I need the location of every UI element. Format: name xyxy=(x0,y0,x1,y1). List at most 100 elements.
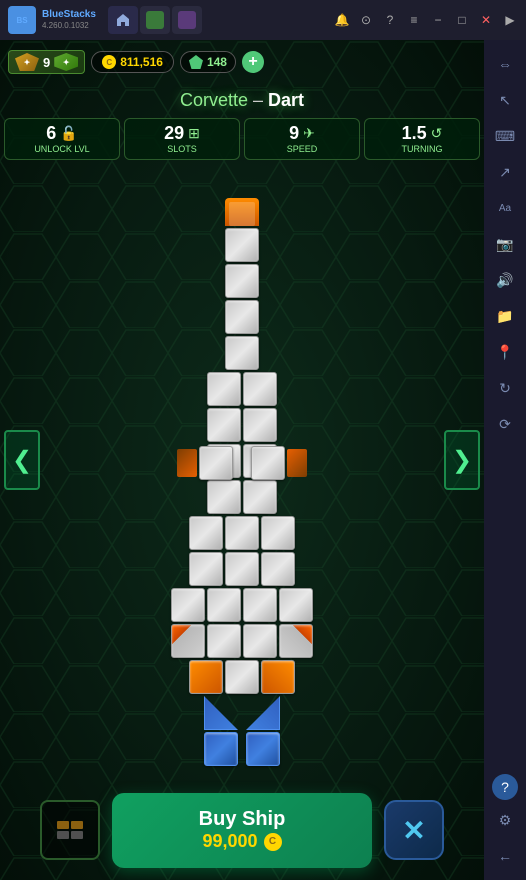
player-level-badge: ✦ 9 ✦ xyxy=(8,50,85,74)
ship-name: Dart xyxy=(268,90,304,110)
notification-icon[interactable]: 🔔 xyxy=(334,12,350,28)
sidebar-help-icon[interactable]: ? xyxy=(492,774,518,800)
ship-cell xyxy=(225,660,259,694)
ship-cell xyxy=(243,372,277,406)
ship-cell xyxy=(261,552,295,586)
buy-ship-label: Buy Ship xyxy=(199,808,286,831)
ship-cell xyxy=(225,552,259,586)
stats-row: 6 🔓 Unlock lvl 29 ⊞ Slots 9 ✈ Speed 1.5 … xyxy=(4,118,480,160)
ship-cell xyxy=(207,408,241,442)
add-currency-button[interactable]: + xyxy=(242,51,264,73)
game-topbar: ✦ 9 ✦ C 811,516 148 + xyxy=(0,40,484,84)
ship-cell xyxy=(279,624,313,658)
bluestacks-logo: BS xyxy=(8,6,36,34)
menu-icon[interactable]: ≡ xyxy=(406,12,422,28)
speed-value: 9 xyxy=(289,124,299,142)
turning-label: Turning xyxy=(402,144,443,154)
minimize-icon[interactable]: − xyxy=(430,12,446,28)
coin-amount: 811,516 xyxy=(120,55,163,69)
nav-next-button[interactable]: ❯ xyxy=(444,430,480,490)
ship-title-area: Corvette – Dart xyxy=(0,90,484,111)
sidebar-expand-icon[interactable]: ⇔ xyxy=(489,48,521,80)
ship-cell xyxy=(225,336,259,370)
sidebar-cursor-icon[interactable]: ↖ xyxy=(489,84,521,116)
window-controls: 🔔 ⊙ ? ≡ − □ ✕ ▶ xyxy=(334,12,518,28)
sidebar-text-icon[interactable]: Aa xyxy=(489,192,521,224)
ship-cell xyxy=(243,480,277,514)
sidebar-toggle-icon[interactable]: ▶ xyxy=(502,12,518,28)
sidebar-camera-icon[interactable]: 📷 xyxy=(489,228,521,260)
slots-label: Slots xyxy=(167,144,197,154)
ship-cell xyxy=(243,408,277,442)
tab-app-2[interactable] xyxy=(172,6,202,34)
ship-cell xyxy=(251,446,285,480)
lock-icon: 🔓 xyxy=(60,125,77,142)
sidebar-settings-icon[interactable]: ⚙ xyxy=(489,804,521,836)
price-amount: 99,000 xyxy=(202,831,257,852)
close-icon: ✕ xyxy=(402,814,425,847)
nav-prev-button[interactable]: ❮ xyxy=(4,430,40,490)
ship-cell-blue xyxy=(246,732,280,766)
ship-selector-button[interactable] xyxy=(40,800,100,860)
sidebar-keyboard-icon[interactable]: ⌨ xyxy=(489,120,521,152)
ship-cell-blue xyxy=(204,732,238,766)
maximize-icon[interactable]: □ xyxy=(454,12,470,28)
ship-cell xyxy=(225,300,259,334)
ship-cell xyxy=(243,588,277,622)
sidebar-back-icon[interactable]: ← xyxy=(489,840,521,872)
ship-cell xyxy=(207,480,241,514)
ship-cell xyxy=(189,660,223,694)
bluestacks-bar: BS BlueStacks 4.260.0.1032 🔔 ⊙ ? ≡ − □ ✕… xyxy=(0,0,526,40)
stat-unlock: 6 🔓 Unlock lvl xyxy=(4,118,120,160)
ship-cell xyxy=(225,264,259,298)
ship-cell xyxy=(189,552,223,586)
sidebar-controls-icon[interactable]: ↗ xyxy=(489,156,521,188)
left-arrow-icon: ❮ xyxy=(12,446,32,475)
close-window-icon[interactable]: ✕ xyxy=(478,12,494,28)
right-arrow-icon: ❯ xyxy=(452,446,472,475)
turning-value: 1.5 xyxy=(402,124,427,142)
stat-speed: 9 ✈ Speed xyxy=(244,118,360,160)
ship-cell xyxy=(207,372,241,406)
ship-cell xyxy=(207,588,241,622)
right-sidebar: ⇔ ↖ ⌨ ↗ Aa 📷 🔊 📁 📍 ↻ ⟳ ? ⚙ ← xyxy=(484,40,526,880)
tab-home[interactable] xyxy=(108,6,138,34)
ship-cell xyxy=(279,588,313,622)
close-button[interactable]: ✕ xyxy=(384,800,444,860)
stat-slots: 29 ⊞ Slots xyxy=(124,118,240,160)
turning-icon: ↺ xyxy=(431,125,443,142)
bluestacks-tabs xyxy=(108,6,202,34)
ship-cell xyxy=(261,516,295,550)
ship-cell xyxy=(171,624,205,658)
coin-icon: C xyxy=(102,55,116,69)
ship-cell xyxy=(243,624,277,658)
ship-cell xyxy=(199,446,233,480)
speed-label: Speed xyxy=(287,144,318,154)
sidebar-refresh-icon[interactable]: ⟳ xyxy=(489,408,521,440)
stat-turning: 1.5 ↺ Turning xyxy=(364,118,480,160)
tab-app-1[interactable] xyxy=(140,6,170,34)
ship-display-area xyxy=(50,188,434,748)
slots-value: 29 xyxy=(164,124,184,142)
sidebar-location-icon[interactable]: 📍 xyxy=(489,336,521,368)
unlock-label: Unlock lvl xyxy=(34,144,89,154)
ship-cell xyxy=(261,660,295,694)
ship-cell xyxy=(207,624,241,658)
unlock-value: 6 xyxy=(46,124,56,142)
circle-icon[interactable]: ⊙ xyxy=(358,12,374,28)
slots-icon: ⊞ xyxy=(188,125,200,142)
ship-cell xyxy=(225,516,259,550)
bottom-bar: Buy Ship 99,000 C ✕ xyxy=(0,780,484,880)
sidebar-folder-icon[interactable]: 📁 xyxy=(489,300,521,332)
gem-display: 148 xyxy=(180,51,236,73)
buy-ship-button[interactable]: Buy Ship 99,000 C xyxy=(112,793,372,868)
ship-cell xyxy=(225,228,259,262)
coin-display: C 811,516 xyxy=(91,51,174,73)
ship-cell xyxy=(189,516,223,550)
sidebar-volume-icon[interactable]: 🔊 xyxy=(489,264,521,296)
sidebar-rotate-icon[interactable]: ↻ xyxy=(489,372,521,404)
speed-icon: ✈ xyxy=(303,125,315,142)
help-icon[interactable]: ? xyxy=(382,12,398,28)
ship-dash: – xyxy=(253,90,268,110)
gem-icon xyxy=(189,55,203,69)
